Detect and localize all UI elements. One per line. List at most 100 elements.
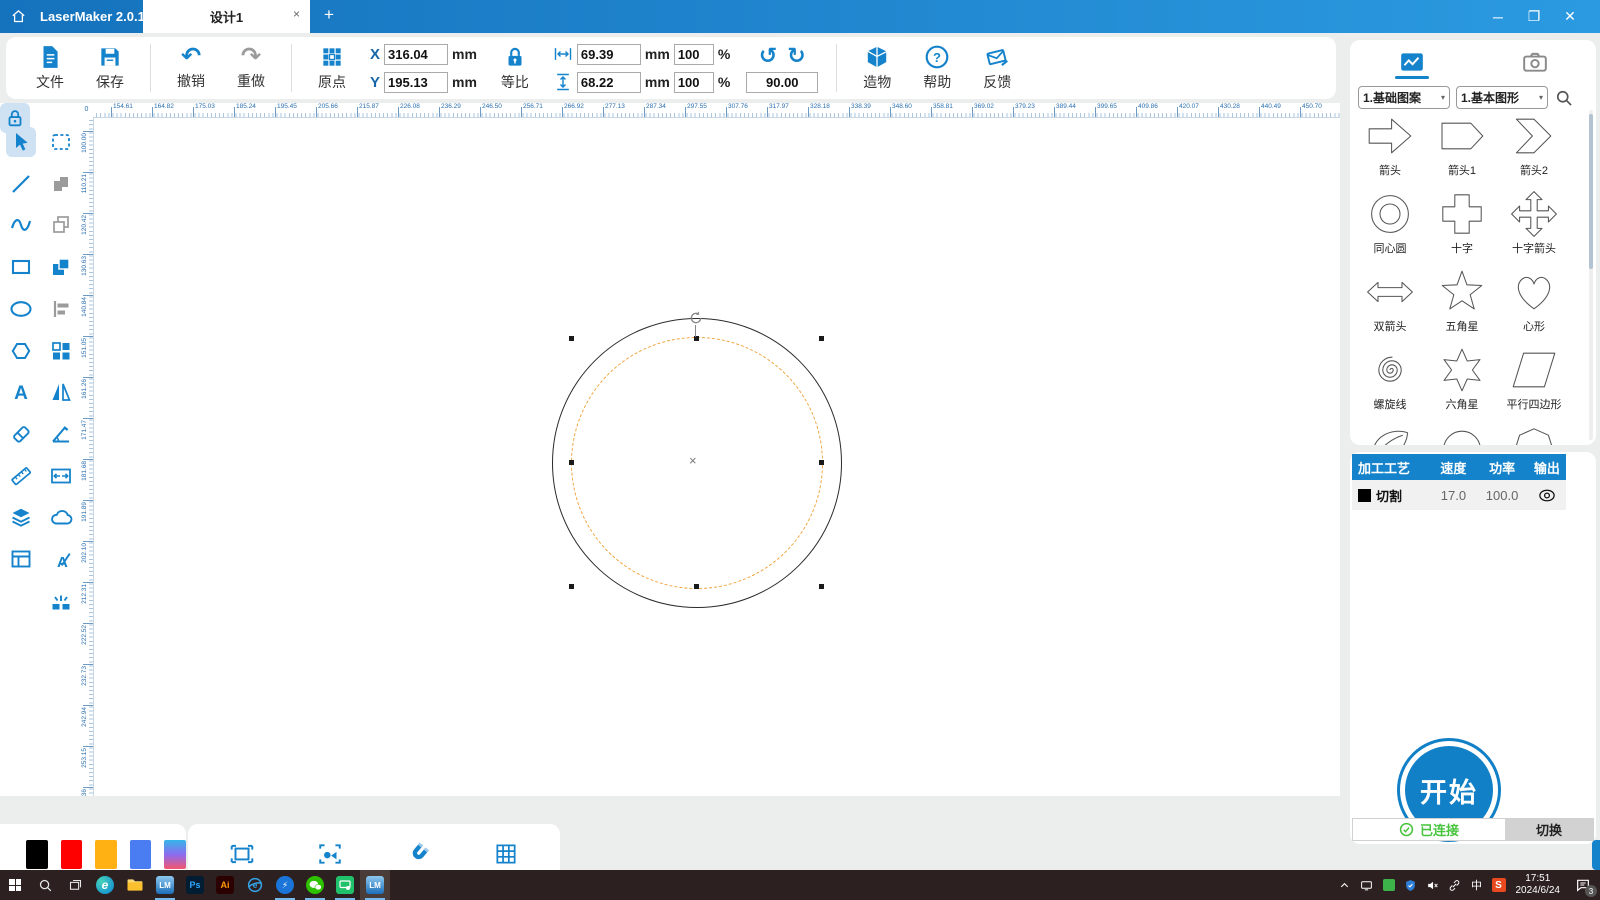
width-pct-input[interactable] [673, 43, 714, 65]
tray-security[interactable] [1400, 870, 1422, 900]
text-path-tool[interactable]: A [46, 544, 76, 574]
internet-explorer-app[interactable]: e [240, 870, 270, 900]
shape-item-螺旋线[interactable]: 螺旋线 [1354, 346, 1426, 412]
selection-handle[interactable] [818, 583, 824, 589]
x-input[interactable] [384, 43, 449, 65]
shape-scrollbar[interactable] [1589, 110, 1593, 440]
output-toggle[interactable] [1528, 488, 1566, 503]
tray-volume[interactable] [1422, 870, 1444, 900]
cloud-tool[interactable] [46, 502, 76, 532]
marquee-tool[interactable] [46, 127, 76, 157]
redo-button[interactable]: ↷ 重做 [221, 45, 281, 91]
selection-handle[interactable] [818, 459, 824, 465]
expand-tool[interactable] [46, 461, 76, 491]
y-input[interactable] [384, 71, 449, 93]
boolean-subtract-tool[interactable] [46, 252, 76, 282]
lasermaker-app[interactable]: LM [150, 870, 180, 900]
shape-item-十字[interactable]: 十字 [1426, 190, 1498, 256]
help-button[interactable]: ? 帮助 [907, 44, 967, 92]
rotation-handle-icon[interactable] [688, 310, 704, 326]
shape-item-箭头1[interactable]: 箭头1 [1426, 112, 1498, 178]
tray-ime[interactable]: 中 [1466, 870, 1488, 900]
selection-handle[interactable] [568, 335, 574, 341]
task-view[interactable] [60, 870, 90, 900]
group-tool[interactable] [46, 336, 76, 366]
rotate-ccw-icon[interactable]: ↺ [759, 43, 777, 68]
eraser-tool[interactable] [6, 419, 36, 449]
color-swatch-4[interactable] [164, 839, 186, 869]
shape-item-箭头2[interactable]: 箭头2 [1498, 112, 1570, 178]
shape-item-心形[interactable]: 心形 [1498, 268, 1570, 334]
lasermaker-active[interactable]: LM [360, 870, 390, 900]
line-tool[interactable] [6, 169, 36, 199]
select-tool[interactable] [6, 127, 36, 157]
feedback-button[interactable]: 反馈 [967, 44, 1027, 92]
tab-camera[interactable] [1473, 48, 1596, 82]
illustrator-app[interactable]: Ai [210, 870, 240, 900]
start-button[interactable] [0, 870, 30, 900]
photoshop-app[interactable]: Ps [180, 870, 210, 900]
magnet-icon[interactable] [405, 841, 431, 867]
tab-gallery[interactable] [1350, 48, 1473, 82]
tray-recorder[interactable]: S [1488, 870, 1510, 900]
screencast-app[interactable] [330, 870, 360, 900]
shape-item-partial[interactable] [1354, 424, 1426, 445]
duplicate-tool[interactable] [46, 210, 76, 240]
search-taskbar[interactable] [30, 870, 60, 900]
window-minimize-button[interactable]: ─ [1480, 0, 1516, 33]
tab-close-icon[interactable]: × [293, 7, 300, 21]
rotate-cw-icon[interactable]: ↻ [787, 43, 805, 68]
undo-button[interactable]: ↶ 撤销 [161, 45, 221, 91]
document-tab[interactable]: 设计1 × [143, 0, 310, 33]
boolean-union-tool[interactable] [46, 169, 76, 199]
ruler-tool[interactable] [6, 461, 36, 491]
file-explorer[interactable] [120, 870, 150, 900]
height-input[interactable] [576, 71, 641, 93]
lock-ratio-button[interactable]: 等比 [485, 44, 545, 92]
color-swatch-1[interactable] [60, 839, 83, 869]
selected-circle-shape[interactable] [571, 337, 823, 589]
shape-item-箭头[interactable]: 箭头 [1354, 112, 1426, 178]
category-select[interactable]: 1.基础图案 ▾ [1358, 86, 1450, 109]
color-swatch-3[interactable] [129, 839, 152, 869]
angle-measure-tool[interactable] [46, 419, 76, 449]
shape-item-十字箭头[interactable]: 十字箭头 [1498, 190, 1570, 256]
selection-handle[interactable] [693, 583, 699, 589]
shape-item-六角星[interactable]: 六角星 [1426, 346, 1498, 412]
layers-tool[interactable] [6, 502, 36, 532]
tray-green-app[interactable] [1378, 870, 1400, 900]
search-icon[interactable] [1554, 88, 1574, 108]
fit-selection-icon[interactable] [317, 841, 343, 867]
color-swatch-0[interactable] [26, 839, 48, 869]
selection-handle[interactable] [568, 583, 574, 589]
split-tool[interactable] [46, 586, 76, 616]
tray-link[interactable] [1444, 870, 1466, 900]
tray-expand[interactable] [1334, 870, 1356, 900]
align-tool[interactable] [46, 294, 76, 324]
height-pct-input[interactable] [673, 71, 714, 93]
grid-icon[interactable] [493, 841, 519, 867]
rectangle-tool[interactable] [6, 252, 36, 282]
notification-button[interactable]: 3 [1566, 870, 1600, 900]
new-tab-button[interactable]: + [318, 5, 340, 25]
switch-device-button[interactable]: 切换 [1505, 819, 1593, 840]
wechat-app[interactable] [300, 870, 330, 900]
selection-handle[interactable] [818, 335, 824, 341]
mirror-tool[interactable] [46, 377, 76, 407]
selection-handle[interactable] [568, 459, 574, 465]
curve-tool[interactable] [6, 210, 36, 240]
width-input[interactable] [576, 43, 641, 65]
shape-item-同心圆[interactable]: 同心圆 [1354, 190, 1426, 256]
polygon-tool[interactable] [6, 336, 36, 366]
shape-item-双箭头[interactable]: 双箭头 [1354, 268, 1426, 334]
shape-item-平行四边形[interactable]: 平行四边形 [1498, 346, 1570, 412]
subcategory-select[interactable]: 1.基本图形 ▾ [1456, 86, 1548, 109]
origin-button[interactable]: 原点 [302, 44, 362, 92]
save-button[interactable]: 保存 [80, 44, 140, 92]
frame-icon[interactable] [229, 841, 255, 867]
angle-input[interactable] [746, 71, 819, 93]
panel-handle[interactable] [1592, 840, 1600, 870]
shape-item-partial[interactable] [1426, 424, 1498, 445]
tray-network[interactable] [1356, 870, 1378, 900]
shape-item-五角星[interactable]: 五角星 [1426, 268, 1498, 334]
